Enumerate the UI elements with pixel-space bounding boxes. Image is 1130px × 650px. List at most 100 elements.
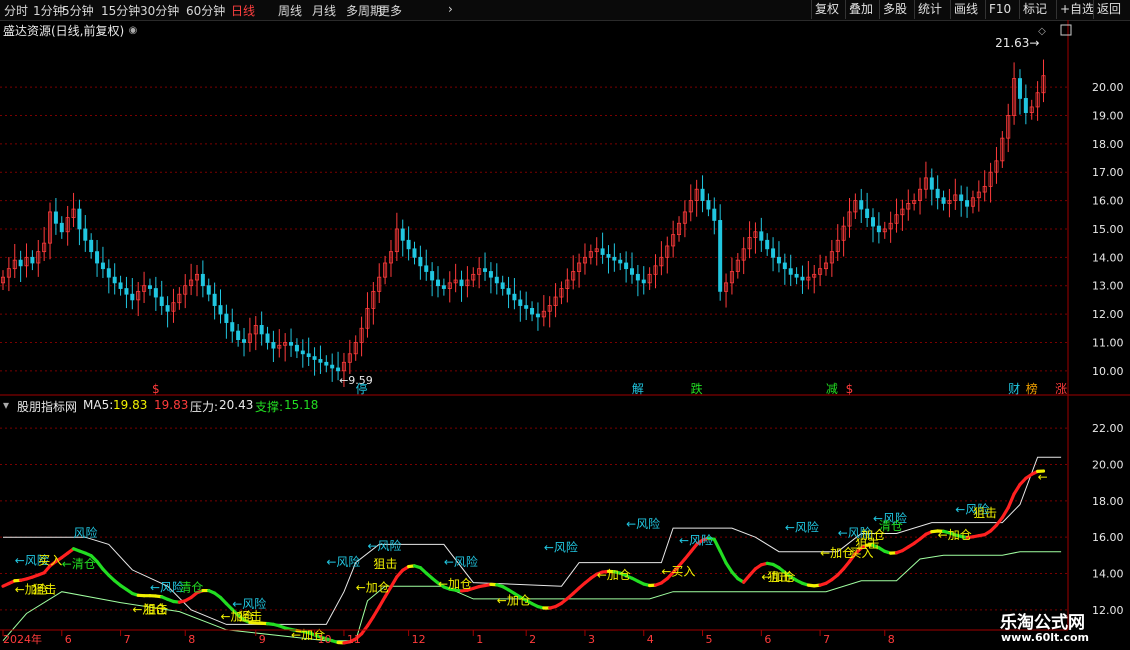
ma5-segment [595,570,605,576]
toolbar-button-4[interactable]: 画线 [950,0,981,19]
period-tab-4[interactable]: 30分钟 [140,2,179,19]
candle-body [447,282,452,289]
support-value: 15.18 [284,398,319,412]
ma5-segment [589,572,599,580]
candle-body [718,220,723,292]
period-tab-5[interactable]: 60分钟 [186,2,225,19]
candle-body [712,208,717,221]
candle-body [900,208,905,216]
period-tab-7[interactable]: 周线 [278,2,302,19]
ma5-segment [1,581,11,588]
candle-body [324,361,329,366]
period-tab-0[interactable]: 分时 [4,2,28,19]
toolbar-button-6[interactable]: 标记 [1019,0,1050,19]
ma5-value: 19.83 [113,398,148,412]
toolbar-button-2[interactable]: 多股 [879,0,910,19]
candle-body [1023,98,1028,114]
price-tick-label: 19.00 [1092,109,1124,122]
toolbar-button-0[interactable]: 复权 [811,0,842,19]
candle-body [1041,75,1046,94]
toolbar-button-3[interactable]: 统计 [914,0,945,19]
ma5-segment [971,534,981,539]
period-tab-9[interactable]: 多周期 [346,2,382,19]
ma5-segment [24,575,34,581]
ma5-segment [530,602,540,609]
ma5-segment [612,570,622,575]
signal-label: ←风险 [626,516,660,531]
ma5-segment [988,523,999,533]
ma5-segment [465,586,475,592]
candle-body [189,279,194,287]
ma5-segment [124,587,134,596]
signal-label: 清仓 [179,581,203,595]
signal-label: 狙击 [238,610,262,624]
toolbar-button-1[interactable]: 叠加 [845,0,876,19]
signal-label: ←加仓 [291,628,325,642]
period-tab-2[interactable]: 5分钟 [62,2,94,19]
ma5-segment [659,576,669,585]
ma5-segment [959,534,969,540]
ma5-segment [571,586,581,596]
candle-body [735,259,740,272]
support-label: 支撑: [255,400,284,414]
ma5-segment [524,598,534,606]
period-tab-10[interactable]: 更多 [378,2,402,19]
ma5-segment [177,599,187,604]
candle-body [353,342,358,355]
ma5-segment [189,591,199,600]
chevron-down-icon[interactable]: ▾ [3,398,9,412]
candle-body [571,271,576,281]
price-tick-label: 11.00 [1092,336,1124,349]
toolbar-button-7[interactable]: +自选 [1056,0,1097,19]
period-tab-8[interactable]: 月线 [312,2,336,19]
candle-body [341,361,346,372]
candle-body [653,265,658,275]
ma5-segment [154,594,164,599]
ma5-segment [689,542,699,554]
candle-body [829,251,834,264]
toolbar-button-8[interactable]: 返回 [1093,0,1124,19]
ma5-segment [224,602,234,612]
x-tick-label: 12 [412,633,426,646]
candle-body [312,356,317,360]
candle-body [400,228,405,241]
period-tab-6[interactable]: 日线 [231,2,255,19]
signal-label: ←加仓 [820,546,854,560]
event-marker: 财 [1008,382,1020,396]
event-marker: $ [846,382,854,396]
ma5-segment [671,564,681,575]
indicator-header: ▾ 股朋指标网 MA5: 19.83 19.83 压力: 20.43 支撑: 1… [0,396,1130,414]
chevron-right-icon[interactable]: › [448,2,453,16]
ma5-segment [912,537,922,545]
ma5-segment [418,566,428,575]
signal-label: ←风险 [873,511,907,526]
indicator-name[interactable]: 股朋指标网 [17,398,77,415]
period-tab-1[interactable]: 1分钟 [33,2,65,19]
period-tab-3[interactable]: 15分钟 [101,2,140,19]
candle-body [165,305,170,312]
x-tick-label: 8 [888,633,895,646]
ma5-segment [565,591,575,601]
candle-body [512,293,517,301]
candle-body [394,228,399,253]
chart-area[interactable]: 10.00 11.00 12.00 13.00 14.00 15.00 16.00 17.00… [0,0,1130,650]
pressure-label: 压力: [190,400,219,414]
candle-body [923,177,928,190]
candle-body [441,285,446,289]
candle-body [847,211,852,227]
candle-body [171,302,176,312]
candle-body [289,342,294,346]
ma5-segment [395,568,405,579]
ma5-segment [171,599,181,604]
ma5-segment [736,576,746,584]
candle-body [577,262,582,272]
candle-body [929,177,934,190]
ma5-segment [877,546,887,553]
candle-body [30,256,35,264]
toolbar-button-5[interactable]: F10 [985,0,1014,19]
candle-body [553,296,558,306]
ma5-segment [365,615,375,628]
ma5-value-2: 19.83 [154,398,189,412]
ma5-segment [983,529,993,537]
x-tick-label: 1 [476,633,483,646]
